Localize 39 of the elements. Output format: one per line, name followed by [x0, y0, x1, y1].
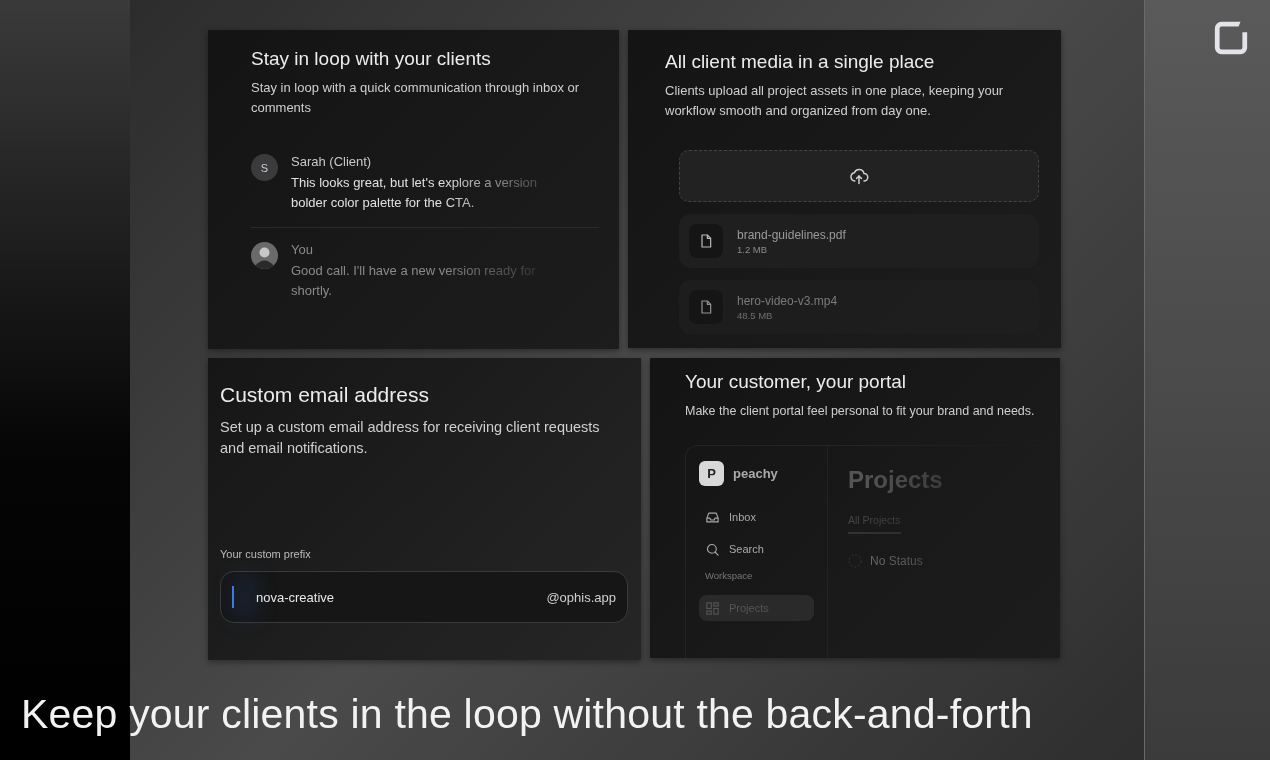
- avatar-icon: [251, 242, 278, 269]
- file-icon: [698, 233, 714, 249]
- cloud-upload-icon: [849, 166, 869, 186]
- card-description: Make the client portal feel personal to fit your brand and needs.: [685, 403, 1036, 420]
- status-circle-icon: [848, 554, 862, 568]
- card-title: Custom email address: [220, 383, 430, 407]
- file-name: hero-video-v3.mp4: [737, 293, 838, 308]
- card-title: Stay in loop with your clients: [251, 48, 492, 70]
- comment-author: You: [291, 242, 314, 257]
- file-item[interactable]: brand-guidelines.pdf 1.2 MB: [679, 214, 1039, 268]
- card-description: Set up a custom email address for receiving client requests and email notifications.: [220, 418, 601, 458]
- field-label: Your custom prefix: [220, 548, 312, 560]
- upload-dropzone[interactable]: [679, 150, 1039, 202]
- nav-section-label: Workspace: [705, 570, 754, 581]
- logo-icon: [1212, 19, 1250, 57]
- brand-name: peachy: [733, 466, 778, 481]
- card-title: All client media in a single place: [665, 51, 936, 73]
- prefix-input-field[interactable]: nova-creative @ophis.app: [220, 571, 628, 623]
- file-icon: [698, 299, 714, 315]
- inbox-icon: [705, 509, 720, 525]
- comment-text: This looks great, but let's explore a version bolder color palette for the CTA.: [291, 174, 538, 212]
- file-name: brand-guidelines.pdf: [737, 227, 846, 242]
- page-heading: Projects: [848, 466, 943, 494]
- avatar: S: [251, 154, 278, 181]
- nav-item[interactable]: Inbox: [699, 504, 814, 530]
- nav-item[interactable]: Search: [699, 536, 814, 562]
- card-title: Your customer, your portal: [685, 371, 908, 393]
- file-size: 1.2 MB: [737, 243, 769, 255]
- card-description: Stay in loop with a quick communication through inbox or comments: [251, 79, 581, 117]
- card-description: Clients upload all project assets in one place, keeping your workflow smooth and organized from day one.: [665, 82, 1005, 120]
- brand-logo: P: [699, 461, 724, 486]
- file-size: 48.5 MB: [737, 309, 774, 321]
- grid-icon: [705, 600, 720, 616]
- caption-text: Keep your clients in the loop without the back-and-forth: [21, 691, 1033, 738]
- comment-author: Sarah (Client): [291, 154, 373, 169]
- text-caret: [232, 586, 234, 608]
- domain-suffix: @ophis.app: [546, 589, 616, 605]
- search-icon: [705, 541, 720, 557]
- status-label: No Status: [870, 554, 923, 568]
